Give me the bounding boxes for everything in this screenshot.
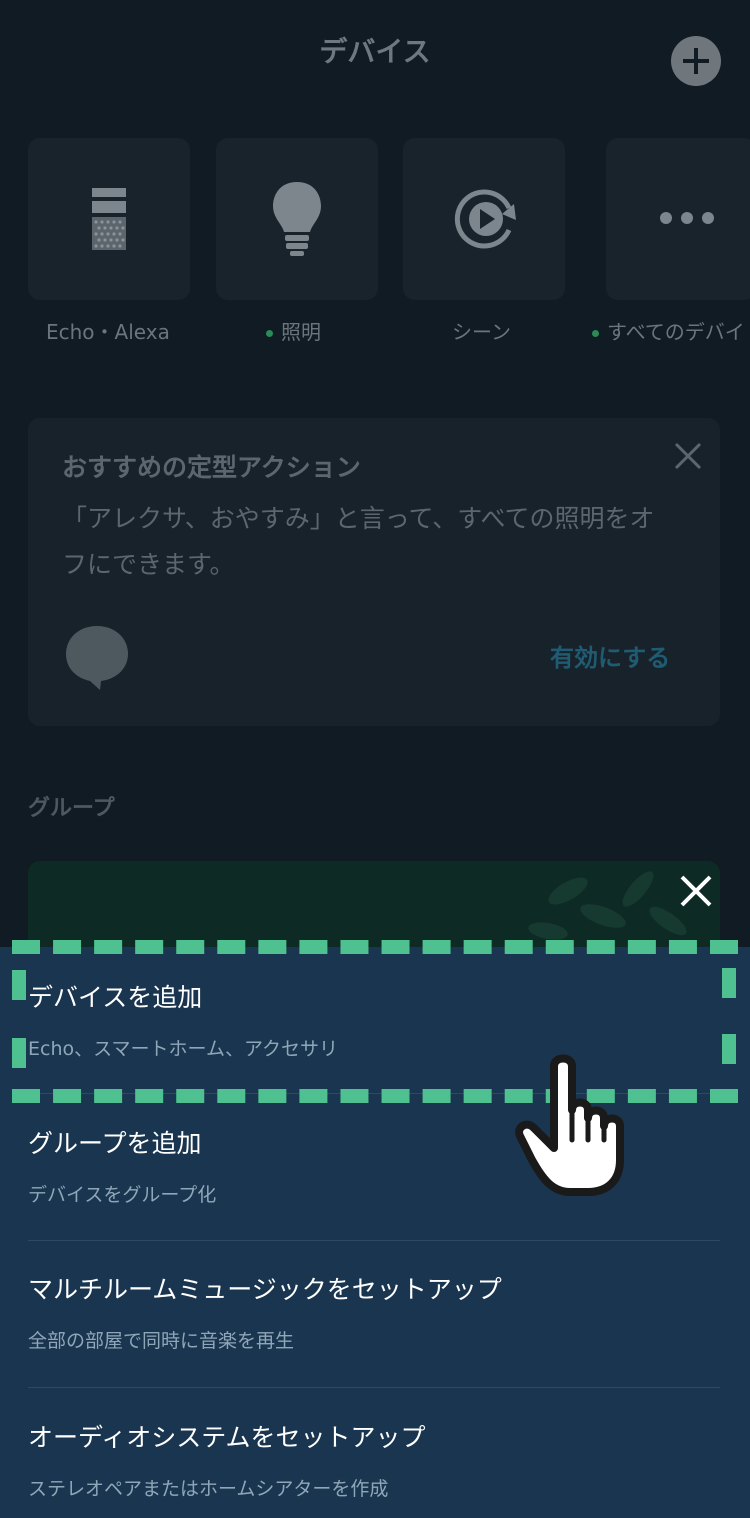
pointing-hand-icon [515, 1054, 624, 1196]
enable-routine-button[interactable]: 有効にする [550, 638, 670, 673]
echo-speaker-icon [92, 188, 126, 250]
plus-icon [683, 48, 709, 74]
close-icon[interactable] [672, 440, 704, 472]
status-dot [266, 330, 273, 337]
category-label-echo: Echo・Alexa [46, 320, 170, 344]
category-tile-scenes[interactable] [403, 138, 565, 300]
menu-item-multiroom-music[interactable]: マルチルームミュージックをセットアップ 全部の部屋で同時に音楽を再生 [28, 1270, 720, 1353]
divider [28, 1240, 720, 1241]
close-sheet-icon[interactable] [678, 873, 714, 909]
category-tile-all-devices[interactable] [606, 138, 750, 300]
highlight-edge [722, 968, 736, 998]
category-tile-lights[interactable] [216, 138, 378, 300]
more-icon [660, 212, 714, 224]
category-label-lights: 照明 [266, 316, 321, 345]
category-label-scenes: シーン [452, 320, 511, 344]
light-bulb-icon [273, 182, 321, 256]
status-dot [592, 330, 599, 337]
menu-item-audio-system[interactable]: オーディオシステムをセットアップ ステレオペアまたはホームシアターを作成 [28, 1418, 720, 1501]
highlight-edge [722, 1034, 736, 1064]
highlight-edge [12, 1038, 26, 1068]
promo-title: おすすめの定型アクション [62, 453, 361, 482]
routine-suggestion-card: おすすめの定型アクション 「アレクサ、おやすみ」と言って、すべての照明をオフにで… [28, 418, 720, 726]
promo-body: 「アレクサ、おやすみ」と言って、すべての照明をオフにできます。 [62, 504, 655, 579]
scene-play-icon [454, 189, 516, 249]
menu-item-title: オーディオシステムをセットアップ [28, 1423, 426, 1452]
divider [28, 1387, 720, 1388]
groups-heading: グループ [28, 796, 115, 821]
menu-item-subtitle: 全部の部屋で同時に音楽を再生 [28, 1330, 295, 1352]
add-device-button[interactable] [671, 36, 721, 86]
page-title: デバイス [319, 35, 431, 68]
speech-bubble-icon [66, 626, 128, 690]
category-tile-echo[interactable] [28, 138, 190, 300]
category-label-all-devices: すべてのデバイ [592, 316, 745, 345]
menu-item-subtitle: ステレオペアまたはホームシアターを作成 [28, 1478, 389, 1500]
menu-item-title: マルチルームミュージックをセットアップ [28, 1275, 502, 1304]
highlight-edge [12, 970, 26, 1000]
